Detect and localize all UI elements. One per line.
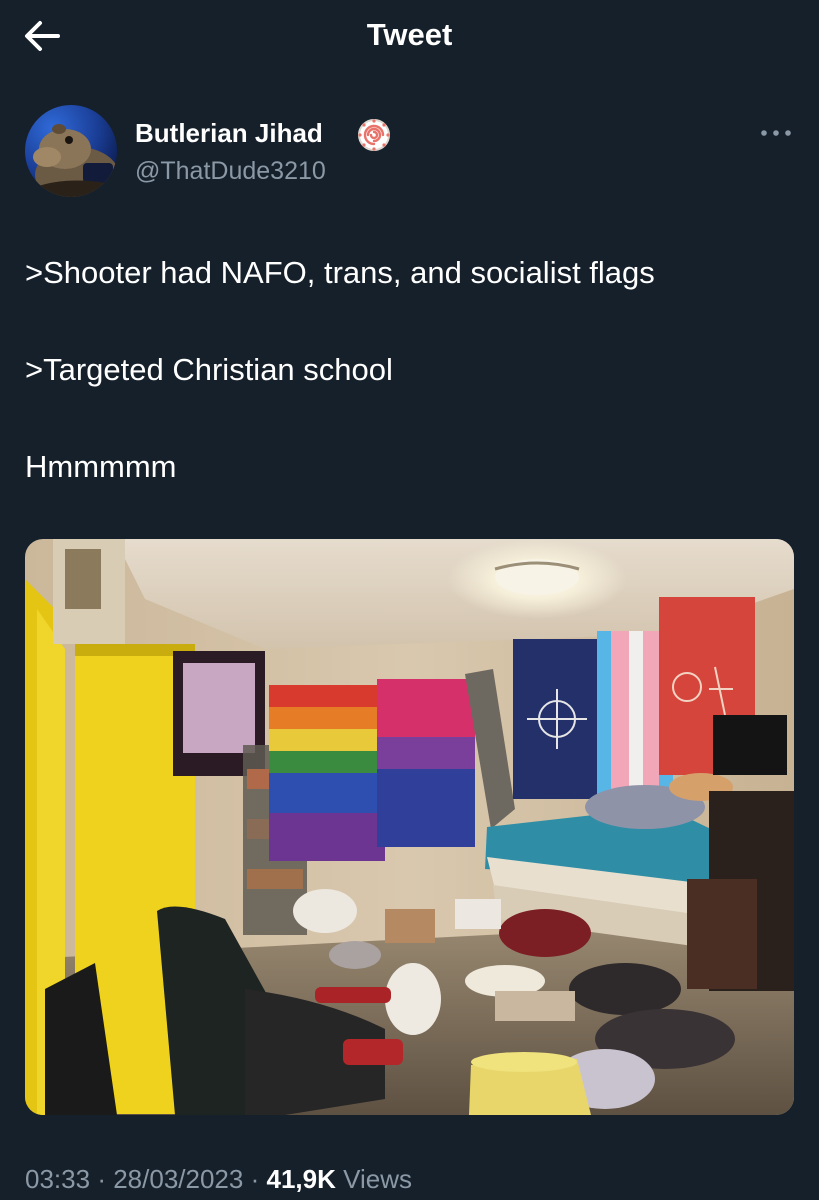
- tweet-line: >Shooter had NAFO, trans, and socialist …: [25, 255, 655, 290]
- avatar-image: [25, 105, 117, 197]
- tweet-line: >Targeted Christian school: [25, 352, 393, 387]
- tweet-time[interactable]: 03:33: [25, 1164, 90, 1194]
- top-bar: Tweet: [0, 0, 819, 72]
- bedroom-photo: [25, 539, 794, 1115]
- display-name[interactable]: Butlerian Jihad: [135, 118, 323, 149]
- more-options-button[interactable]: [759, 123, 793, 143]
- tweet-author: Butlerian Jihad @ThatDude3210: [25, 105, 795, 200]
- meta-separator: ·: [97, 1164, 106, 1194]
- page-title: Tweet: [366, 17, 453, 52]
- tweet-date[interactable]: 28/03/2023: [113, 1164, 243, 1194]
- more-dots-icon: [761, 130, 791, 136]
- user-handle[interactable]: @ThatDude3210: [135, 157, 326, 186]
- avatar[interactable]: [25, 105, 117, 197]
- tweet-line: Hmmmmm: [25, 449, 177, 484]
- naruto-swirl-badge-icon: [358, 119, 390, 151]
- meta-separator: ·: [250, 1164, 260, 1194]
- views-label: Views: [343, 1164, 413, 1194]
- views-count: 41,9K: [266, 1164, 336, 1194]
- tweet-photo[interactable]: [25, 539, 794, 1115]
- tweet-text: >Shooter had NAFO, trans, and socialist …: [25, 255, 795, 546]
- tweet-meta: 03:33 · 28/03/2023 · 41,9K Views: [25, 1164, 412, 1195]
